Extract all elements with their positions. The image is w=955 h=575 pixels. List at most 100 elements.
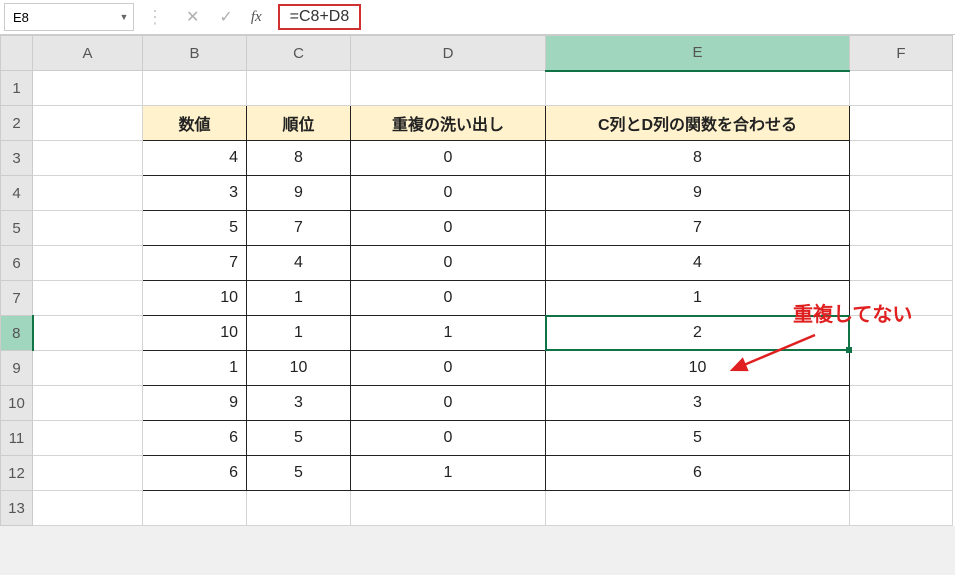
formula-input[interactable]: =C8+D8: [278, 4, 362, 30]
cell-A6[interactable]: [33, 246, 143, 281]
row-header-3[interactable]: 3: [1, 141, 33, 176]
cell-A1[interactable]: [33, 71, 143, 106]
cell-A9[interactable]: [33, 351, 143, 386]
row-header-9[interactable]: 9: [1, 351, 33, 386]
col-header-A[interactable]: A: [33, 36, 143, 71]
cell-B5[interactable]: 5: [143, 211, 247, 246]
cell-E1[interactable]: [546, 71, 850, 106]
row-header-4[interactable]: 4: [1, 176, 33, 211]
cancel-icon[interactable]: ✕: [186, 7, 199, 27]
col-header-C[interactable]: C: [247, 36, 351, 71]
cell-A8[interactable]: [33, 316, 143, 351]
cell-A10[interactable]: [33, 386, 143, 421]
cell-F4[interactable]: [850, 176, 953, 211]
cell-B13[interactable]: [143, 491, 247, 526]
cell-D10[interactable]: 0: [351, 386, 546, 421]
cell-D3[interactable]: 0: [351, 141, 546, 176]
cell-C8[interactable]: 1: [247, 316, 351, 351]
cell-E5[interactable]: 7: [546, 211, 850, 246]
cell-D1[interactable]: [351, 71, 546, 106]
cell-A4[interactable]: [33, 176, 143, 211]
cell-C9[interactable]: 10: [247, 351, 351, 386]
cell-D7[interactable]: 0: [351, 281, 546, 316]
cell-B1[interactable]: [143, 71, 247, 106]
cell-B2[interactable]: 数値: [143, 106, 247, 141]
row-header-12[interactable]: 12: [1, 456, 33, 491]
cell-D8[interactable]: 1: [351, 316, 546, 351]
row-header-8[interactable]: 8: [1, 316, 33, 351]
cell-B8[interactable]: 10: [143, 316, 247, 351]
cell-A13[interactable]: [33, 491, 143, 526]
cell-E2[interactable]: C列とD列の関数を合わせる: [546, 106, 850, 141]
col-header-D[interactable]: D: [351, 36, 546, 71]
cell-C13[interactable]: [247, 491, 351, 526]
cell-A5[interactable]: [33, 211, 143, 246]
cell-D9[interactable]: 0: [351, 351, 546, 386]
cell-E7[interactable]: 1: [546, 281, 850, 316]
col-header-B[interactable]: B: [143, 36, 247, 71]
cell-B7[interactable]: 10: [143, 281, 247, 316]
cell-A3[interactable]: [33, 141, 143, 176]
cell-F6[interactable]: [850, 246, 953, 281]
name-box[interactable]: E8 ▼: [4, 3, 134, 31]
select-all-corner[interactable]: [1, 36, 33, 71]
cell-C6[interactable]: 4: [247, 246, 351, 281]
row-header-7[interactable]: 7: [1, 281, 33, 316]
cell-E12[interactable]: 6: [546, 456, 850, 491]
row-header-10[interactable]: 10: [1, 386, 33, 421]
row-header-2[interactable]: 2: [1, 106, 33, 141]
cell-E4[interactable]: 9: [546, 176, 850, 211]
cell-E8[interactable]: 2: [546, 316, 850, 351]
cell-D12[interactable]: 1: [351, 456, 546, 491]
cell-C2[interactable]: 順位: [247, 106, 351, 141]
cell-C1[interactable]: [247, 71, 351, 106]
cell-B10[interactable]: 9: [143, 386, 247, 421]
cell-C7[interactable]: 1: [247, 281, 351, 316]
cell-F12[interactable]: [850, 456, 953, 491]
cell-F10[interactable]: [850, 386, 953, 421]
cell-F5[interactable]: [850, 211, 953, 246]
cell-F7[interactable]: [850, 281, 953, 316]
cell-D2[interactable]: 重複の洗い出し: [351, 106, 546, 141]
row-header-11[interactable]: 11: [1, 421, 33, 456]
cell-D4[interactable]: 0: [351, 176, 546, 211]
col-header-E[interactable]: E: [546, 36, 850, 71]
cell-A7[interactable]: [33, 281, 143, 316]
cell-A12[interactable]: [33, 456, 143, 491]
cell-F8[interactable]: [850, 316, 953, 351]
cell-D5[interactable]: 0: [351, 211, 546, 246]
name-box-dropdown-icon[interactable]: ▼: [115, 4, 133, 30]
fx-icon[interactable]: fx: [251, 9, 262, 26]
cell-B11[interactable]: 6: [143, 421, 247, 456]
cell-E11[interactable]: 5: [546, 421, 850, 456]
cell-D13[interactable]: [351, 491, 546, 526]
cell-E10[interactable]: 3: [546, 386, 850, 421]
cell-D11[interactable]: 0: [351, 421, 546, 456]
row-header-13[interactable]: 13: [1, 491, 33, 526]
cell-A2[interactable]: [33, 106, 143, 141]
row-header-6[interactable]: 6: [1, 246, 33, 281]
cell-F11[interactable]: [850, 421, 953, 456]
cell-B9[interactable]: 1: [143, 351, 247, 386]
cell-F9[interactable]: [850, 351, 953, 386]
cell-B6[interactable]: 7: [143, 246, 247, 281]
cell-F3[interactable]: [850, 141, 953, 176]
cell-F2[interactable]: [850, 106, 953, 141]
cell-C10[interactable]: 3: [247, 386, 351, 421]
col-header-F[interactable]: F: [850, 36, 953, 71]
cell-F13[interactable]: [850, 491, 953, 526]
cell-A11[interactable]: [33, 421, 143, 456]
cell-B4[interactable]: 3: [143, 176, 247, 211]
cell-E6[interactable]: 4: [546, 246, 850, 281]
cell-C5[interactable]: 7: [247, 211, 351, 246]
row-header-1[interactable]: 1: [1, 71, 33, 106]
cell-E9[interactable]: 10: [546, 351, 850, 386]
cell-C3[interactable]: 8: [247, 141, 351, 176]
cell-F1[interactable]: [850, 71, 953, 106]
cell-E3[interactable]: 8: [546, 141, 850, 176]
accept-icon[interactable]: ✓: [219, 7, 232, 27]
cell-C11[interactable]: 5: [247, 421, 351, 456]
row-header-5[interactable]: 5: [1, 211, 33, 246]
cell-B3[interactable]: 4: [143, 141, 247, 176]
cell-E13[interactable]: [546, 491, 850, 526]
